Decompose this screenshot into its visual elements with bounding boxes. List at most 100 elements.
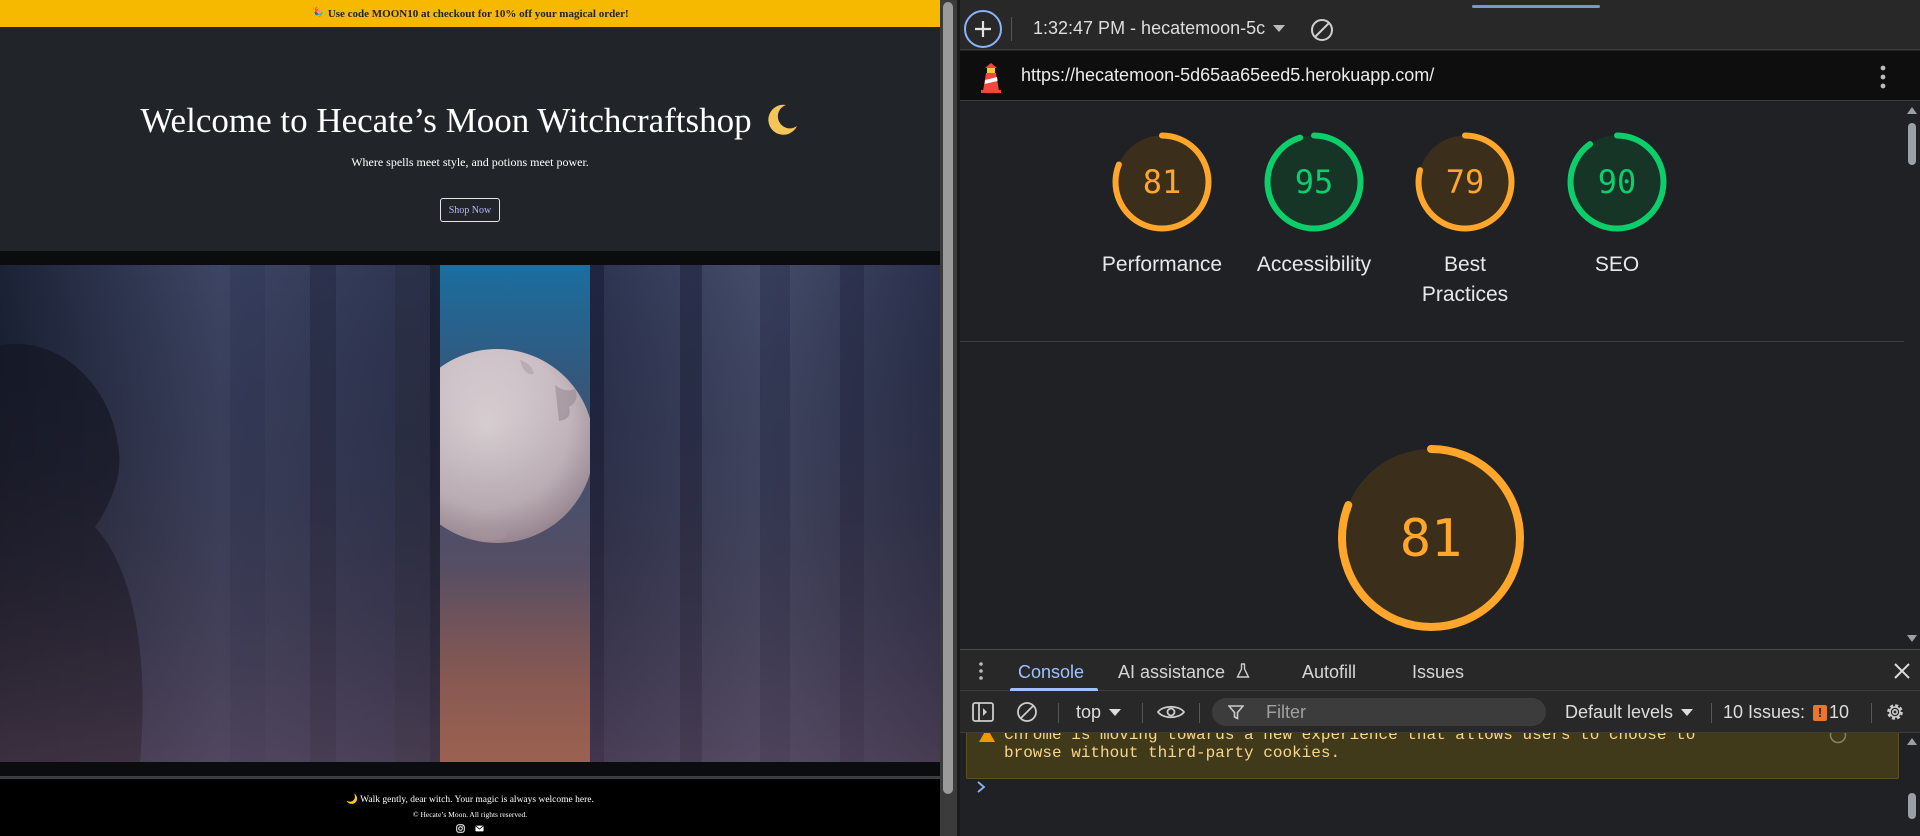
score-gauge: 95 <box>1264 132 1364 232</box>
console-scrollbar[interactable] <box>1904 733 1920 836</box>
scroll-down-icon[interactable] <box>1907 635 1917 642</box>
promo-text: Use code MOON10 at checkout for 10% off … <box>327 7 629 20</box>
clear-reports-icon[interactable] <box>1309 17 1335 43</box>
gauge-score: 79 <box>1446 163 1485 201</box>
tab-autofill[interactable]: Autofill <box>1302 662 1356 683</box>
issue-warning-icon: ! <box>1813 704 1828 721</box>
drawer-tab-bar: Console AI assistance Autofill Issues <box>960 649 1920 691</box>
gauge-label: Performance <box>1101 253 1223 276</box>
warning-text-line-1: Chrome is moving towards a new experienc… <box>1004 733 1696 744</box>
hero-divider <box>0 251 940 265</box>
gauge-performance[interactable]: 81 Performance <box>1092 130 1232 280</box>
report-divider <box>960 341 1904 342</box>
filter-input[interactable]: Filter <box>1212 698 1546 726</box>
new-report-button[interactable] <box>964 10 1002 48</box>
context-selector-label: top <box>1076 702 1102 722</box>
tab-issues[interactable]: Issues <box>1412 662 1464 683</box>
toolbar-separator <box>1871 703 1872 723</box>
console-output: Chrome is moving towards a new experienc… <box>960 733 1904 836</box>
console-prompt-icon[interactable] <box>976 780 986 794</box>
promo-banner: 🎉 Use code MOON10 at checkout for 10% of… <box>0 0 940 27</box>
toolbar-separator <box>1711 703 1712 723</box>
moon-curtain-image <box>0 265 940 762</box>
footer-copyright: © Hecate’s Moon. All rights reserved. <box>412 810 528 819</box>
hero-heading: Welcome to Hecate’s Moon Witchcraftshop <box>0 101 940 141</box>
hero-subtitle: Where spells meet style, and potions mee… <box>351 155 589 169</box>
issues-counter[interactable]: 10 Issues: ! 10 <box>1723 702 1849 723</box>
tab-console[interactable]: Console <box>1018 662 1084 683</box>
warning-text-line-2: browse without third-party cookies. <box>1004 744 1341 762</box>
warning-icon <box>979 733 995 742</box>
chevron-down-icon <box>1109 709 1122 716</box>
hero-title-text: Welcome to Hecate’s Moon Witchcraftshop <box>140 101 752 140</box>
devtools-panel: 1:32:47 PM - hecatemoon-5c https://hecat… <box>960 0 1920 836</box>
toolbar-separator <box>1058 703 1059 723</box>
big-performance-gauge: 81 <box>1338 445 1524 631</box>
instagram-icon[interactable] <box>456 824 465 833</box>
footer-social-links <box>0 824 940 833</box>
issues-count: 10 <box>1829 702 1850 722</box>
report-scrollbar-thumb[interactable] <box>1908 123 1916 165</box>
clear-console-icon[interactable] <box>1016 701 1038 723</box>
score-gauge: 90 <box>1567 132 1667 232</box>
log-levels-label: Default levels <box>1565 702 1674 722</box>
report-selector[interactable]: 1:32:47 PM - hecatemoon-5c <box>1033 18 1286 39</box>
report-selector-label: 1:32:47 PM - hecatemoon-5c <box>1033 18 1266 38</box>
gauge-best-practices[interactable]: 79 Best Practices <box>1395 130 1535 310</box>
active-panel-indicator <box>1472 5 1600 8</box>
plus-icon <box>975 21 991 37</box>
scroll-up-icon[interactable] <box>1907 738 1917 745</box>
crescent-moon-icon <box>766 102 800 136</box>
gauge-score: 95 <box>1295 163 1334 201</box>
page-scrollbar[interactable] <box>940 0 957 836</box>
tab-ai-assistance[interactable]: AI assistance <box>1118 662 1250 683</box>
gauge-label: SEO <box>1594 253 1640 276</box>
console-toolbar: top Filter Default levels 10 Issues: ! 1… <box>960 691 1920 733</box>
help-icon[interactable] <box>1829 733 1847 744</box>
site-footer: 🌙 Walk gently, dear witch. Your magic is… <box>0 779 940 836</box>
hero-section: Welcome to Hecate’s Moon Witchcraftshop … <box>0 27 940 251</box>
score-gauge: 79 <box>1415 132 1515 232</box>
gauge-score: 81 <box>1400 509 1463 569</box>
chevron-down-icon <box>1681 709 1694 716</box>
issues-label: 10 Issues: <box>1723 702 1806 722</box>
lighthouse-report: 81 Performance 95 Accessibility 79 Best … <box>960 101 1904 649</box>
shop-now-button[interactable]: Shop Now <box>440 198 500 222</box>
lighthouse-logo-icon <box>981 63 1001 93</box>
score-gauge: 81 <box>1112 132 1212 232</box>
gauge-seo[interactable]: 90 SEO <box>1547 130 1687 280</box>
log-levels-dropdown[interactable]: Default levels <box>1565 702 1694 723</box>
party-icon: 🎉 <box>311 8 324 19</box>
toolbar-separator <box>1199 703 1200 723</box>
gauge-label: Accessibility <box>1256 253 1372 276</box>
console-scrollbar-thumb[interactable] <box>1908 793 1916 819</box>
tab-ai-assistance-label: AI assistance <box>1118 662 1226 682</box>
image-bottom-divider <box>0 762 940 776</box>
gauge-score: 81 <box>1143 163 1182 201</box>
sidebar-toggle-icon[interactable] <box>972 702 994 722</box>
footer-tagline: 🌙 Walk gently, dear witch. Your magic is… <box>346 795 594 805</box>
lighthouse-toolbar: 1:32:47 PM - hecatemoon-5c <box>960 0 1920 50</box>
gauge-score: 90 <box>1598 163 1637 201</box>
console-warning-message[interactable]: Chrome is moving towards a new experienc… <box>966 733 1899 779</box>
filter-icon <box>1228 705 1244 720</box>
scroll-up-icon[interactable] <box>1907 107 1917 114</box>
gauge-accessibility[interactable]: 95 Accessibility <box>1244 130 1384 280</box>
eye-icon[interactable] <box>1157 704 1185 720</box>
chevron-down-icon <box>1273 25 1286 32</box>
drawer-menu-icon[interactable] <box>979 662 983 680</box>
close-icon[interactable] <box>1893 662 1911 680</box>
toolbar-separator <box>1011 17 1012 41</box>
page-scrollbar-thumb[interactable] <box>943 2 953 794</box>
email-icon[interactable] <box>475 824 484 833</box>
report-scrollbar[interactable] <box>1904 101 1920 649</box>
website-viewport: 🎉 Use code MOON10 at checkout for 10% of… <box>0 0 940 836</box>
more-options-icon[interactable] <box>1878 63 1888 91</box>
report-url: https://hecatemoon-5d65aa65eed5.herokuap… <box>1021 65 1435 85</box>
toolbar-separator <box>1142 703 1143 723</box>
gear-icon[interactable] <box>1884 701 1906 723</box>
report-url-bar: https://hecatemoon-5d65aa65eed5.herokuap… <box>960 51 1920 101</box>
flask-icon <box>1236 663 1250 678</box>
context-selector[interactable]: top <box>1076 702 1122 723</box>
filter-placeholder: Filter <box>1266 702 1306 722</box>
